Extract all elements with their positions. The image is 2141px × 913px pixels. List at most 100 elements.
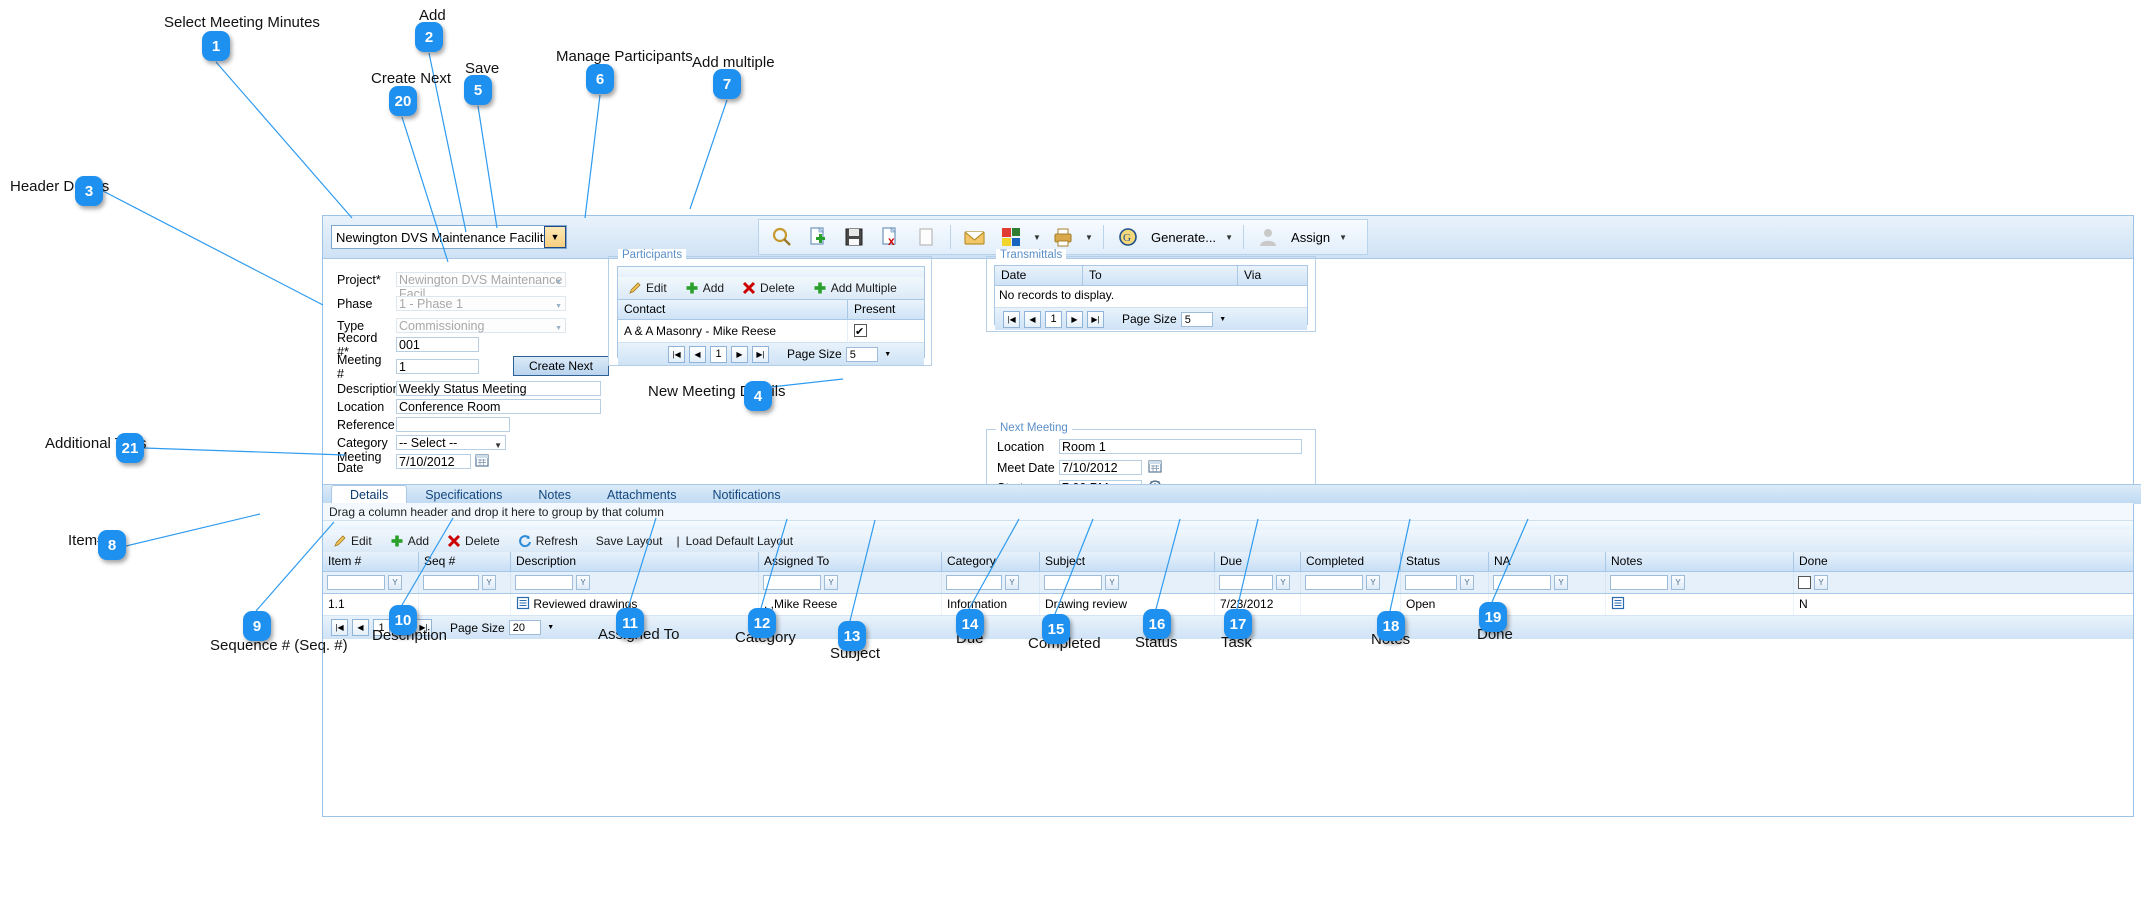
create-next-button[interactable]: Create Next (513, 356, 609, 376)
pager-last-button[interactable]: ▶| (752, 345, 769, 363)
chevron-down-icon[interactable]: ▼ (555, 300, 562, 314)
pager-first-button[interactable]: |◀ (668, 345, 685, 363)
filter-input[interactable] (423, 575, 479, 590)
col-status[interactable]: Status (1401, 552, 1489, 571)
phase-field[interactable]: 1 - Phase 1 ▼ (396, 296, 566, 311)
filter-input[interactable] (515, 575, 573, 590)
next-location-input[interactable]: Room 1 (1059, 439, 1302, 454)
type-field[interactable]: Commissioning ▼ (396, 318, 566, 333)
calendar-icon[interactable] (475, 453, 489, 470)
record-selector-combobox[interactable]: Newington DVS Maintenance Facility - 1 -… (331, 225, 567, 249)
copy-icon[interactable] (909, 222, 943, 252)
chevron-down-icon[interactable]: ▼ (882, 347, 894, 362)
chevron-down-icon[interactable]: ▼ (544, 226, 566, 248)
search-icon[interactable] (765, 222, 799, 252)
transmittals-col-date[interactable]: Date (995, 266, 1083, 285)
pager-page-size-value[interactable]: 5 (845, 346, 878, 362)
filter-icon[interactable]: Y (1554, 575, 1568, 590)
chevron-down-icon[interactable]: ▼ (555, 276, 562, 290)
group-by-dropzone[interactable]: Drag a column header and drop it here to… (323, 503, 2133, 521)
meeting-number-input[interactable]: 1 (396, 359, 479, 374)
meeting-date-input[interactable]: 7/10/2012 (396, 454, 471, 469)
transmittals-col-to[interactable]: To (1083, 266, 1238, 285)
participants-add-button[interactable]: Add (685, 281, 724, 295)
pager-first-button[interactable]: |◀ (1003, 310, 1020, 328)
details-load-default-layout-button[interactable]: | Load Default Layout (676, 534, 793, 548)
reference-input[interactable] (396, 417, 510, 432)
pager-page-size-value[interactable]: 5 (1180, 311, 1213, 327)
filter-input[interactable] (1219, 575, 1273, 590)
participants-col-present[interactable]: Present (848, 300, 922, 319)
pager-page-1[interactable]: 1 (1045, 310, 1062, 328)
generate-icon[interactable]: G (1111, 222, 1145, 252)
table-row[interactable]: A & A Masonry - Mike Reese (618, 320, 924, 343)
pager-next-button[interactable]: ▶ (731, 345, 748, 363)
filter-icon[interactable]: Y (482, 575, 496, 590)
description-input[interactable]: Weekly Status Meeting (396, 381, 601, 396)
participants-col-contact[interactable]: Contact (618, 300, 848, 319)
pager-page-1[interactable]: 1 (373, 619, 390, 636)
details-refresh-button[interactable]: Refresh (518, 534, 578, 548)
filter-input[interactable] (327, 575, 385, 590)
cell-notes[interactable] (1606, 594, 1794, 615)
filter-icon[interactable]: Y (576, 575, 590, 590)
record-number-input[interactable]: 001 (396, 337, 479, 352)
filter-icon[interactable]: Y (1276, 575, 1290, 590)
email-icon[interactable] (958, 222, 992, 252)
generate-button[interactable]: Generate... (1147, 230, 1220, 245)
export-chevron-down-icon[interactable]: ▼ (1030, 222, 1044, 252)
col-done[interactable]: Done (1794, 552, 1864, 571)
details-edit-button[interactable]: Edit (333, 534, 372, 548)
filter-input[interactable] (763, 575, 821, 590)
participant-present-cell[interactable] (848, 320, 922, 342)
filter-icon[interactable]: Y (1005, 575, 1019, 590)
tab-specifications[interactable]: Specifications (407, 486, 520, 504)
pager-prev-button[interactable]: ◀ (352, 619, 369, 636)
col-notes[interactable]: Notes (1606, 552, 1794, 571)
filter-input[interactable] (1044, 575, 1102, 590)
col-due[interactable]: Due (1215, 552, 1301, 571)
details-save-layout-button[interactable]: Save Layout (596, 534, 663, 548)
category-select[interactable]: -- Select -- ▼ (396, 435, 506, 450)
details-add-button[interactable]: Add (390, 534, 429, 548)
chevron-down-icon[interactable]: ▼ (545, 620, 557, 635)
participants-delete-button[interactable]: Delete (742, 281, 795, 295)
checkbox-checked-icon[interactable] (854, 321, 867, 342)
pager-last-button[interactable]: ▶| (1087, 310, 1104, 328)
filter-input[interactable] (946, 575, 1002, 590)
chevron-down-icon[interactable]: ▼ (1217, 312, 1229, 327)
col-category[interactable]: Category (942, 552, 1040, 571)
transmittals-col-via[interactable]: Via (1238, 266, 1305, 285)
pager-first-button[interactable]: |◀ (331, 619, 348, 636)
filter-input[interactable] (1610, 575, 1668, 590)
generate-chevron-down-icon[interactable]: ▼ (1222, 222, 1236, 252)
filter-icon[interactable]: Y (1105, 575, 1119, 590)
export-icon[interactable] (994, 222, 1028, 252)
filter-icon[interactable]: Y (824, 575, 838, 590)
assign-chevron-down-icon[interactable]: ▼ (1336, 222, 1350, 252)
pager-page-size-value[interactable]: 20 (508, 620, 541, 635)
details-delete-button[interactable]: Delete (447, 534, 500, 548)
filter-input[interactable] (1305, 575, 1363, 590)
col-na[interactable]: NA (1489, 552, 1606, 571)
pager-prev-button[interactable]: ◀ (689, 345, 706, 363)
checkbox-icon[interactable] (1798, 576, 1811, 589)
table-row[interactable]: 1.1 Reviewed drawings , ,Mike Reese Info… (323, 594, 2133, 616)
col-assigned-to[interactable]: Assigned To (759, 552, 942, 571)
filter-icon[interactable]: Y (1460, 575, 1474, 590)
pager-next-button[interactable]: ▶ (394, 619, 411, 636)
chevron-down-icon[interactable]: ▼ (555, 322, 562, 336)
filter-input[interactable] (1405, 575, 1457, 590)
col-completed[interactable]: Completed (1301, 552, 1401, 571)
add-new-icon[interactable] (801, 222, 835, 252)
print-icon[interactable] (1046, 222, 1080, 252)
col-item-number[interactable]: Item # (323, 552, 419, 571)
assign-button[interactable]: Assign (1287, 230, 1334, 245)
pager-next-button[interactable]: ▶ (1066, 310, 1083, 328)
filter-icon[interactable]: Y (388, 575, 402, 590)
filter-icon[interactable]: Y (1671, 575, 1685, 590)
tab-details[interactable]: Details (331, 485, 408, 504)
participants-edit-button[interactable]: Edit (628, 281, 667, 295)
location-input[interactable]: Conference Room (396, 399, 601, 414)
col-seq-number[interactable]: Seq # (419, 552, 511, 571)
